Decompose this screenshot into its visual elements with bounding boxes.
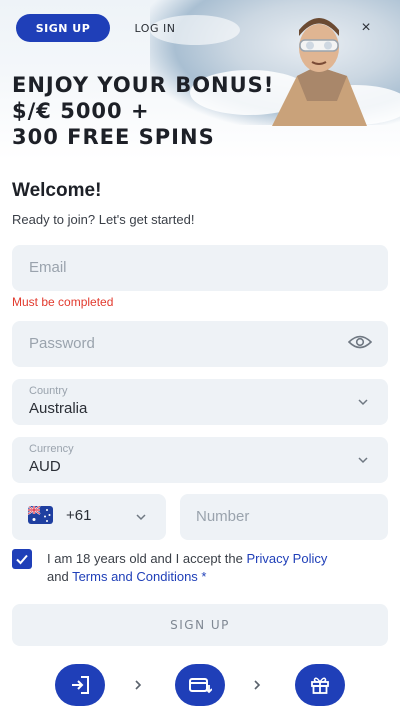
chevron-right-icon (254, 680, 261, 690)
terms-conditions-link[interactable]: Terms and Conditions (72, 569, 198, 584)
signup-steps (0, 664, 400, 706)
wallet-card-icon (189, 678, 212, 694)
country-select[interactable]: Country Australia (12, 379, 388, 425)
gift-icon (311, 677, 329, 694)
bonus-line-3: 300 FREE SPINS (12, 125, 215, 149)
phone-number-input[interactable]: Number (180, 494, 388, 540)
consent-text: I am 18 years old and I accept the Priva… (47, 550, 382, 586)
email-placeholder: Email (29, 259, 67, 276)
bonus-headline: ENJOY YOUR BONUS! $/€ 5000 + 300 FREE SP… (12, 72, 274, 150)
auth-tabs: SIGN UP LOG IN (16, 14, 198, 42)
welcome-subtitle: Ready to join? Let's get started! (12, 212, 195, 227)
step-bonus[interactable] (295, 664, 345, 706)
email-error: Must be completed (12, 295, 114, 309)
welcome-heading: Welcome! (12, 180, 102, 201)
required-mark: * (197, 569, 207, 584)
close-icon[interactable]: × (356, 18, 376, 38)
age-consent-checkbox[interactable] (12, 549, 32, 569)
checkmark-icon (16, 554, 28, 565)
bonus-line-1: ENJOY YOUR BONUS! (12, 73, 275, 97)
consent-text-and: and (47, 569, 73, 584)
password-field[interactable]: Password (12, 321, 388, 367)
privacy-policy-link[interactable]: Privacy Policy (246, 551, 327, 566)
login-icon (72, 676, 89, 694)
dial-code-select[interactable]: +61 (12, 494, 166, 540)
currency-select[interactable]: Currency AUD (12, 437, 388, 483)
email-field[interactable]: Email (12, 245, 388, 291)
phone-number-placeholder: Number (196, 508, 250, 525)
show-password-icon[interactable] (348, 334, 372, 350)
tab-signup[interactable]: SIGN UP (16, 14, 110, 42)
password-placeholder: Password (29, 335, 95, 352)
chevron-down-icon (358, 457, 368, 464)
country-label: Country (29, 385, 68, 397)
tab-login[interactable]: LOG IN (112, 14, 198, 42)
dial-code: +61 (66, 507, 92, 524)
country-value: Australia (29, 400, 88, 417)
signup-submit-button[interactable]: SIGN UP (12, 604, 388, 646)
currency-value: AUD (29, 458, 61, 475)
currency-label: Currency (29, 443, 74, 455)
consent-text-start: I am 18 years old and I accept the (47, 551, 247, 566)
chevron-right-icon (135, 680, 142, 690)
chevron-down-icon (136, 514, 146, 521)
australia-flag-icon (28, 506, 53, 524)
chevron-down-icon (358, 399, 368, 406)
step-deposit[interactable] (175, 664, 225, 706)
step-login[interactable] (55, 664, 105, 706)
bonus-line-2: $/€ 5000 + (12, 99, 150, 123)
